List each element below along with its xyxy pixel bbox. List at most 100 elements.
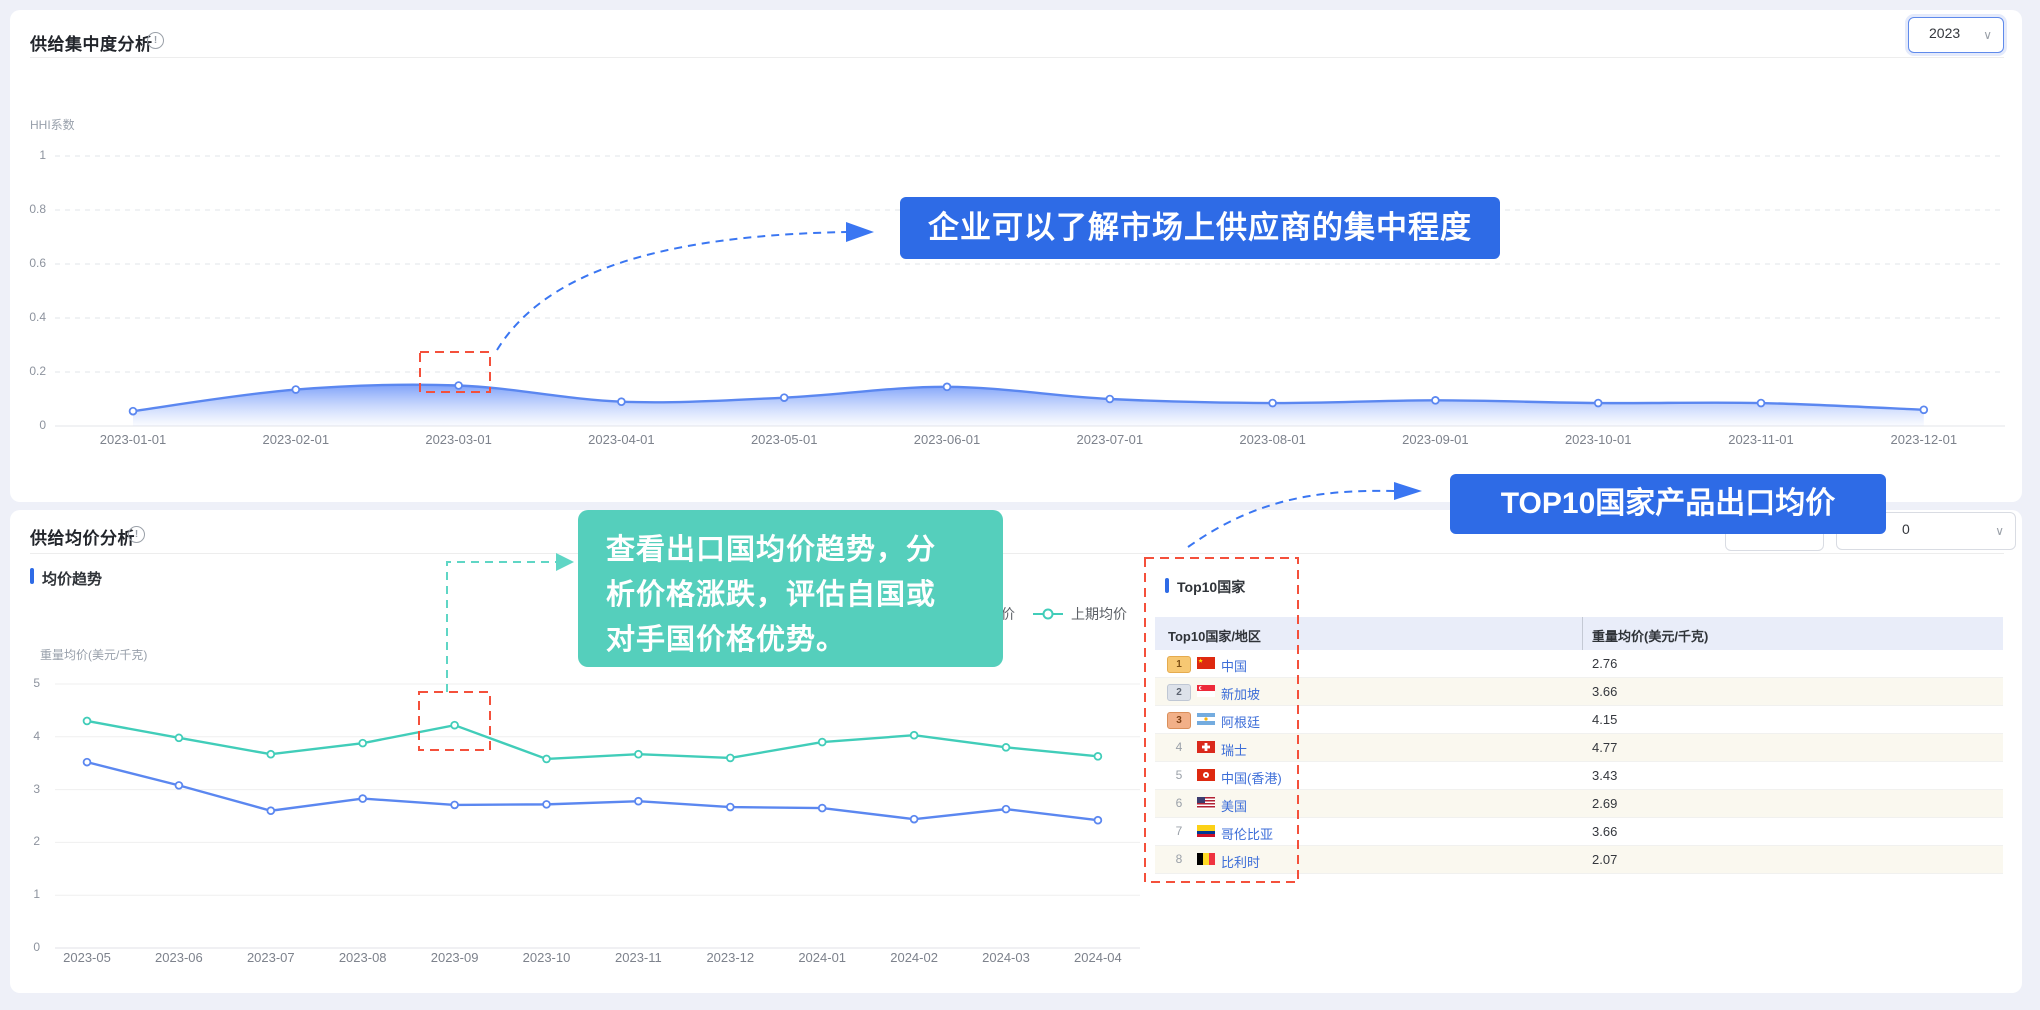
- supply-avg-price-card: 供给均价分析 ! 均价趋势 重量均价(美元/千克) 本期均价 上期均价 Top1…: [10, 510, 2022, 993]
- section-accent-bar: [30, 568, 34, 584]
- avg-price-value: 4.77: [1592, 740, 1617, 755]
- divider: [30, 553, 2004, 554]
- hk-flag-icon: [1197, 769, 1215, 781]
- x-axis-tick: 2023-12: [706, 950, 754, 965]
- chevron-down-icon: ∨: [1983, 28, 1992, 42]
- column-divider: [1582, 617, 1583, 650]
- table-row[interactable]: 5 中国(香港) 3.43: [1155, 762, 2003, 790]
- table-row[interactable]: 6 美国 2.69: [1155, 790, 2003, 818]
- table-row[interactable]: 4 瑞士 4.77: [1155, 734, 2003, 762]
- cn-flag-icon: [1197, 657, 1215, 669]
- y-axis-tick: 0.4: [10, 310, 46, 324]
- country-link[interactable]: 阿根廷: [1221, 712, 1260, 731]
- chevron-down-icon: ∨: [1995, 524, 2004, 538]
- rank-number: 4: [1169, 740, 1189, 754]
- x-axis-tick: 2023-08: [339, 950, 387, 965]
- x-axis-tick: 2023-08-01: [1239, 432, 1306, 447]
- y-axis-tick: 3: [14, 782, 40, 796]
- info-icon[interactable]: !: [147, 32, 164, 49]
- y-axis-tick: 1: [14, 887, 40, 901]
- y-axis-tick: 0.8: [10, 202, 46, 216]
- x-axis-tick: 2023-05: [63, 950, 111, 965]
- country-link[interactable]: 美国: [1221, 796, 1247, 815]
- be-flag-icon: [1197, 853, 1215, 865]
- x-axis-tick: 2023-10: [523, 950, 571, 965]
- rank-medal-icon: 3: [1167, 712, 1191, 729]
- y-axis-tick: 0.2: [10, 364, 46, 378]
- y-axis-tick: 0: [10, 418, 46, 432]
- country-link[interactable]: 哥伦比亚: [1221, 824, 1273, 843]
- us-flag-icon: [1197, 797, 1215, 809]
- table-header-row: Top10国家/地区 重量均价(美元/千克): [1155, 617, 2003, 650]
- country-link[interactable]: 中国(香港): [1221, 768, 1282, 787]
- divider: [30, 57, 2004, 58]
- x-axis-tick: 2023-03-01: [425, 432, 492, 447]
- section-accent-bar: [1165, 578, 1169, 593]
- country-link[interactable]: 比利时: [1221, 852, 1260, 871]
- sg-flag-icon: [1197, 685, 1215, 697]
- x-axis-tick: 2024-04: [1074, 950, 1122, 965]
- y-axis-tick: 1: [10, 148, 46, 162]
- column-header-country: Top10国家/地区: [1168, 626, 1261, 645]
- legend-item-previous-avg[interactable]: 上期均价: [1033, 604, 1127, 624]
- table-row[interactable]: 3 阿根廷 4.15: [1155, 706, 2003, 734]
- avg-price-value: 2.07: [1592, 852, 1617, 867]
- country-link[interactable]: 瑞士: [1221, 740, 1247, 759]
- rank-number: 5: [1169, 768, 1189, 782]
- y-axis-tick: 0.6: [10, 256, 46, 270]
- x-axis-tick: 2023-07: [247, 950, 295, 965]
- x-axis-tick: 2023-04-01: [588, 432, 655, 447]
- x-axis-tick: 2024-03: [982, 950, 1030, 965]
- year-select-value: 2023: [1929, 25, 1960, 41]
- info-icon[interactable]: !: [128, 526, 145, 543]
- legend-marker-icon: [1033, 613, 1063, 615]
- x-axis-tick: 2023-06-01: [914, 432, 981, 447]
- table-body: 1 中国 2.76 2 新加坡 3.66 3 阿根廷 4.15 4 瑞士 4.77 5 中国(香港) 3.4…: [1155, 650, 2003, 874]
- x-axis-tick: 2023-09: [431, 950, 479, 965]
- top10-callout: TOP10国家产品出口均价: [1450, 474, 1886, 534]
- x-axis-tick: 2023-10-01: [1565, 432, 1632, 447]
- avg-price-value: 3.66: [1592, 684, 1617, 699]
- x-axis-tick: 2023-01-01: [100, 432, 167, 447]
- x-axis-tick: 2023-11: [615, 950, 662, 965]
- avg-price-value: 3.43: [1592, 768, 1617, 783]
- x-axis-tick: 2023-11-01: [1728, 432, 1794, 447]
- card-title-concentration: 供给集中度分析: [30, 30, 153, 55]
- ch-flag-icon: [1197, 741, 1215, 753]
- rank-number: 6: [1169, 796, 1189, 810]
- y-axis-tick: 2: [14, 834, 40, 848]
- y-axis-tick: 0: [14, 940, 40, 954]
- x-axis-tick: 2023-05-01: [751, 432, 818, 447]
- top-n-select-value: 0: [1902, 521, 1910, 537]
- country-link[interactable]: 中国: [1221, 656, 1247, 675]
- rank-medal-icon: 1: [1167, 656, 1191, 673]
- table-row[interactable]: 1 中国 2.76: [1155, 650, 2003, 678]
- concentration-callout: 企业可以了解市场上供应商的集中程度: [900, 197, 1500, 259]
- avg-price-value: 2.69: [1592, 796, 1617, 811]
- top10-section-label: Top10国家: [1177, 577, 1245, 597]
- year-select[interactable]: 2023 ∨: [1908, 17, 2004, 53]
- avg-price-value: 2.76: [1592, 656, 1617, 671]
- y-axis-name: 重量均价(美元/千克): [40, 646, 147, 663]
- dashboard-page: 供给集中度分析 ! HHI系数 2023 ∨ 供给均价分析 ! 均价趋势 重量均…: [0, 0, 2040, 1010]
- y-axis-name: HHI系数: [30, 116, 75, 133]
- rank-number: 7: [1169, 824, 1189, 838]
- x-axis-tick: 2024-02: [890, 950, 938, 965]
- avg-price-value: 4.15: [1592, 712, 1617, 727]
- x-axis-tick: 2023-02-01: [263, 432, 330, 447]
- rank-medal-icon: 2: [1167, 684, 1191, 701]
- y-axis-tick: 4: [14, 729, 40, 743]
- trend-section-label: 均价趋势: [42, 568, 102, 589]
- x-axis-tick: 2023-12-01: [1891, 432, 1958, 447]
- x-axis-tick: 2023-07-01: [1077, 432, 1144, 447]
- ar-flag-icon: [1197, 713, 1215, 725]
- table-row[interactable]: 8比利时2.07: [1155, 846, 2003, 874]
- y-axis-tick: 5: [14, 676, 40, 690]
- top10-table: Top10国家/地区 重量均价(美元/千克) 1 中国 2.76 2 新加坡 3.66 3 阿…: [1155, 617, 2003, 874]
- avg-price-value: 3.66: [1592, 824, 1617, 839]
- table-row[interactable]: 7 哥伦比亚 3.66: [1155, 818, 2003, 846]
- price-trend-tooltip: 查看出口国均价趋势，分 析价格涨跌，评估自国或 对手国价格优势。: [578, 510, 1003, 667]
- country-link[interactable]: 新加坡: [1221, 684, 1260, 703]
- table-row[interactable]: 2 新加坡 3.66: [1155, 678, 2003, 706]
- column-header-price: 重量均价(美元/千克): [1592, 626, 1708, 645]
